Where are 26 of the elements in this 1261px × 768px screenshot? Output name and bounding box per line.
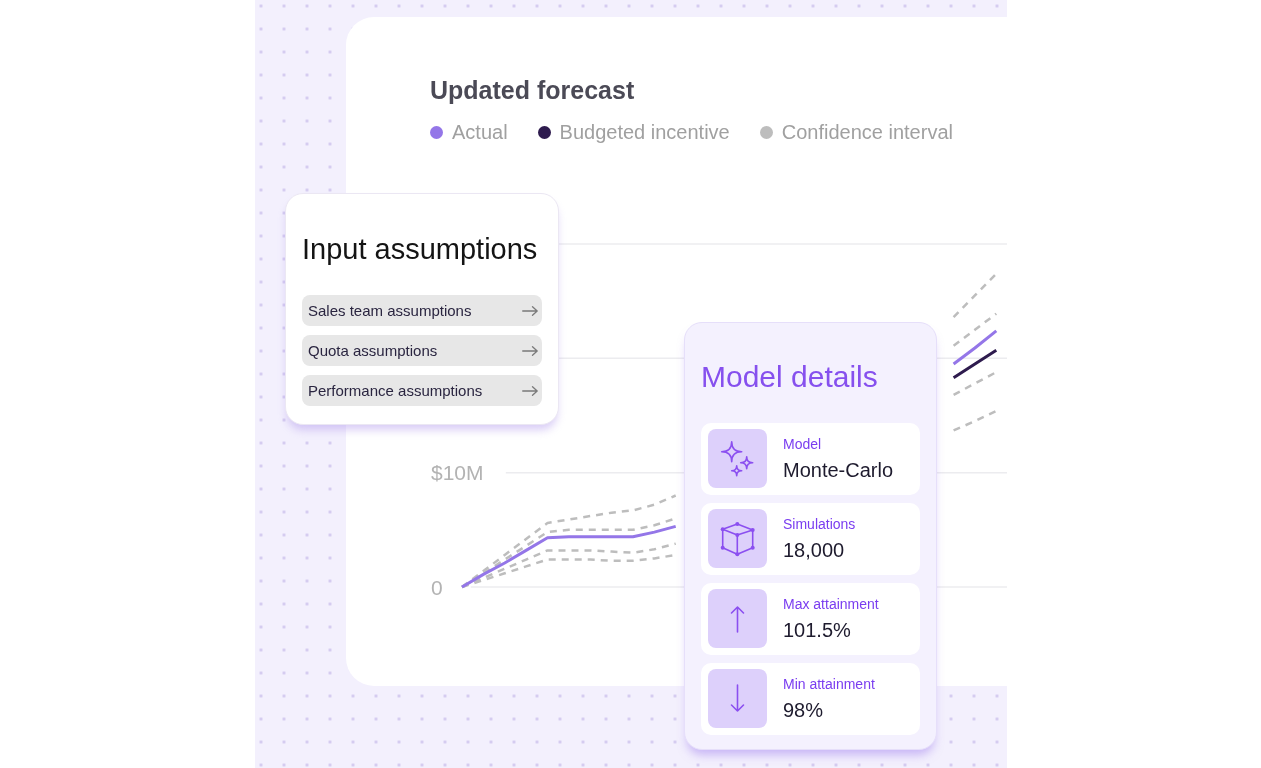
axis-label: $10M	[431, 461, 484, 485]
legend-label: Confidence interval	[781, 120, 953, 144]
detail-value: 101.5%	[783, 618, 851, 643]
assumption-button[interactable]: Performance assumptions	[302, 375, 542, 406]
detail-value: Monte-Carlo	[783, 458, 894, 483]
arrow-down-icon	[708, 669, 767, 728]
arrow-right-icon	[522, 385, 538, 396]
cube-icon	[708, 509, 767, 568]
card-title: Input assumptions	[302, 232, 538, 267]
legend-label: Actual	[452, 120, 508, 144]
detail-label: Max attainment	[783, 595, 879, 613]
axis-label: 0	[431, 575, 443, 599]
card-title: Model details	[701, 359, 878, 395]
detail-label: Min attainment	[783, 675, 875, 693]
arrow-right-icon	[522, 305, 538, 316]
detail-label: Simulations	[783, 515, 856, 533]
arrow-up-icon	[708, 589, 767, 648]
detail-value: 98%	[783, 698, 824, 723]
chart-title: Updated forecast	[430, 75, 635, 106]
assumption-button[interactable]: Sales team assumptions	[302, 295, 542, 326]
assumption-button[interactable]: Quota assumptions	[302, 335, 542, 366]
detail-value: 18,000	[783, 538, 845, 563]
detail-label: Model	[783, 435, 822, 453]
sparkles-icon	[708, 429, 767, 488]
legend-label: Budgeted incentive	[559, 120, 730, 144]
arrow-right-icon	[522, 345, 538, 356]
